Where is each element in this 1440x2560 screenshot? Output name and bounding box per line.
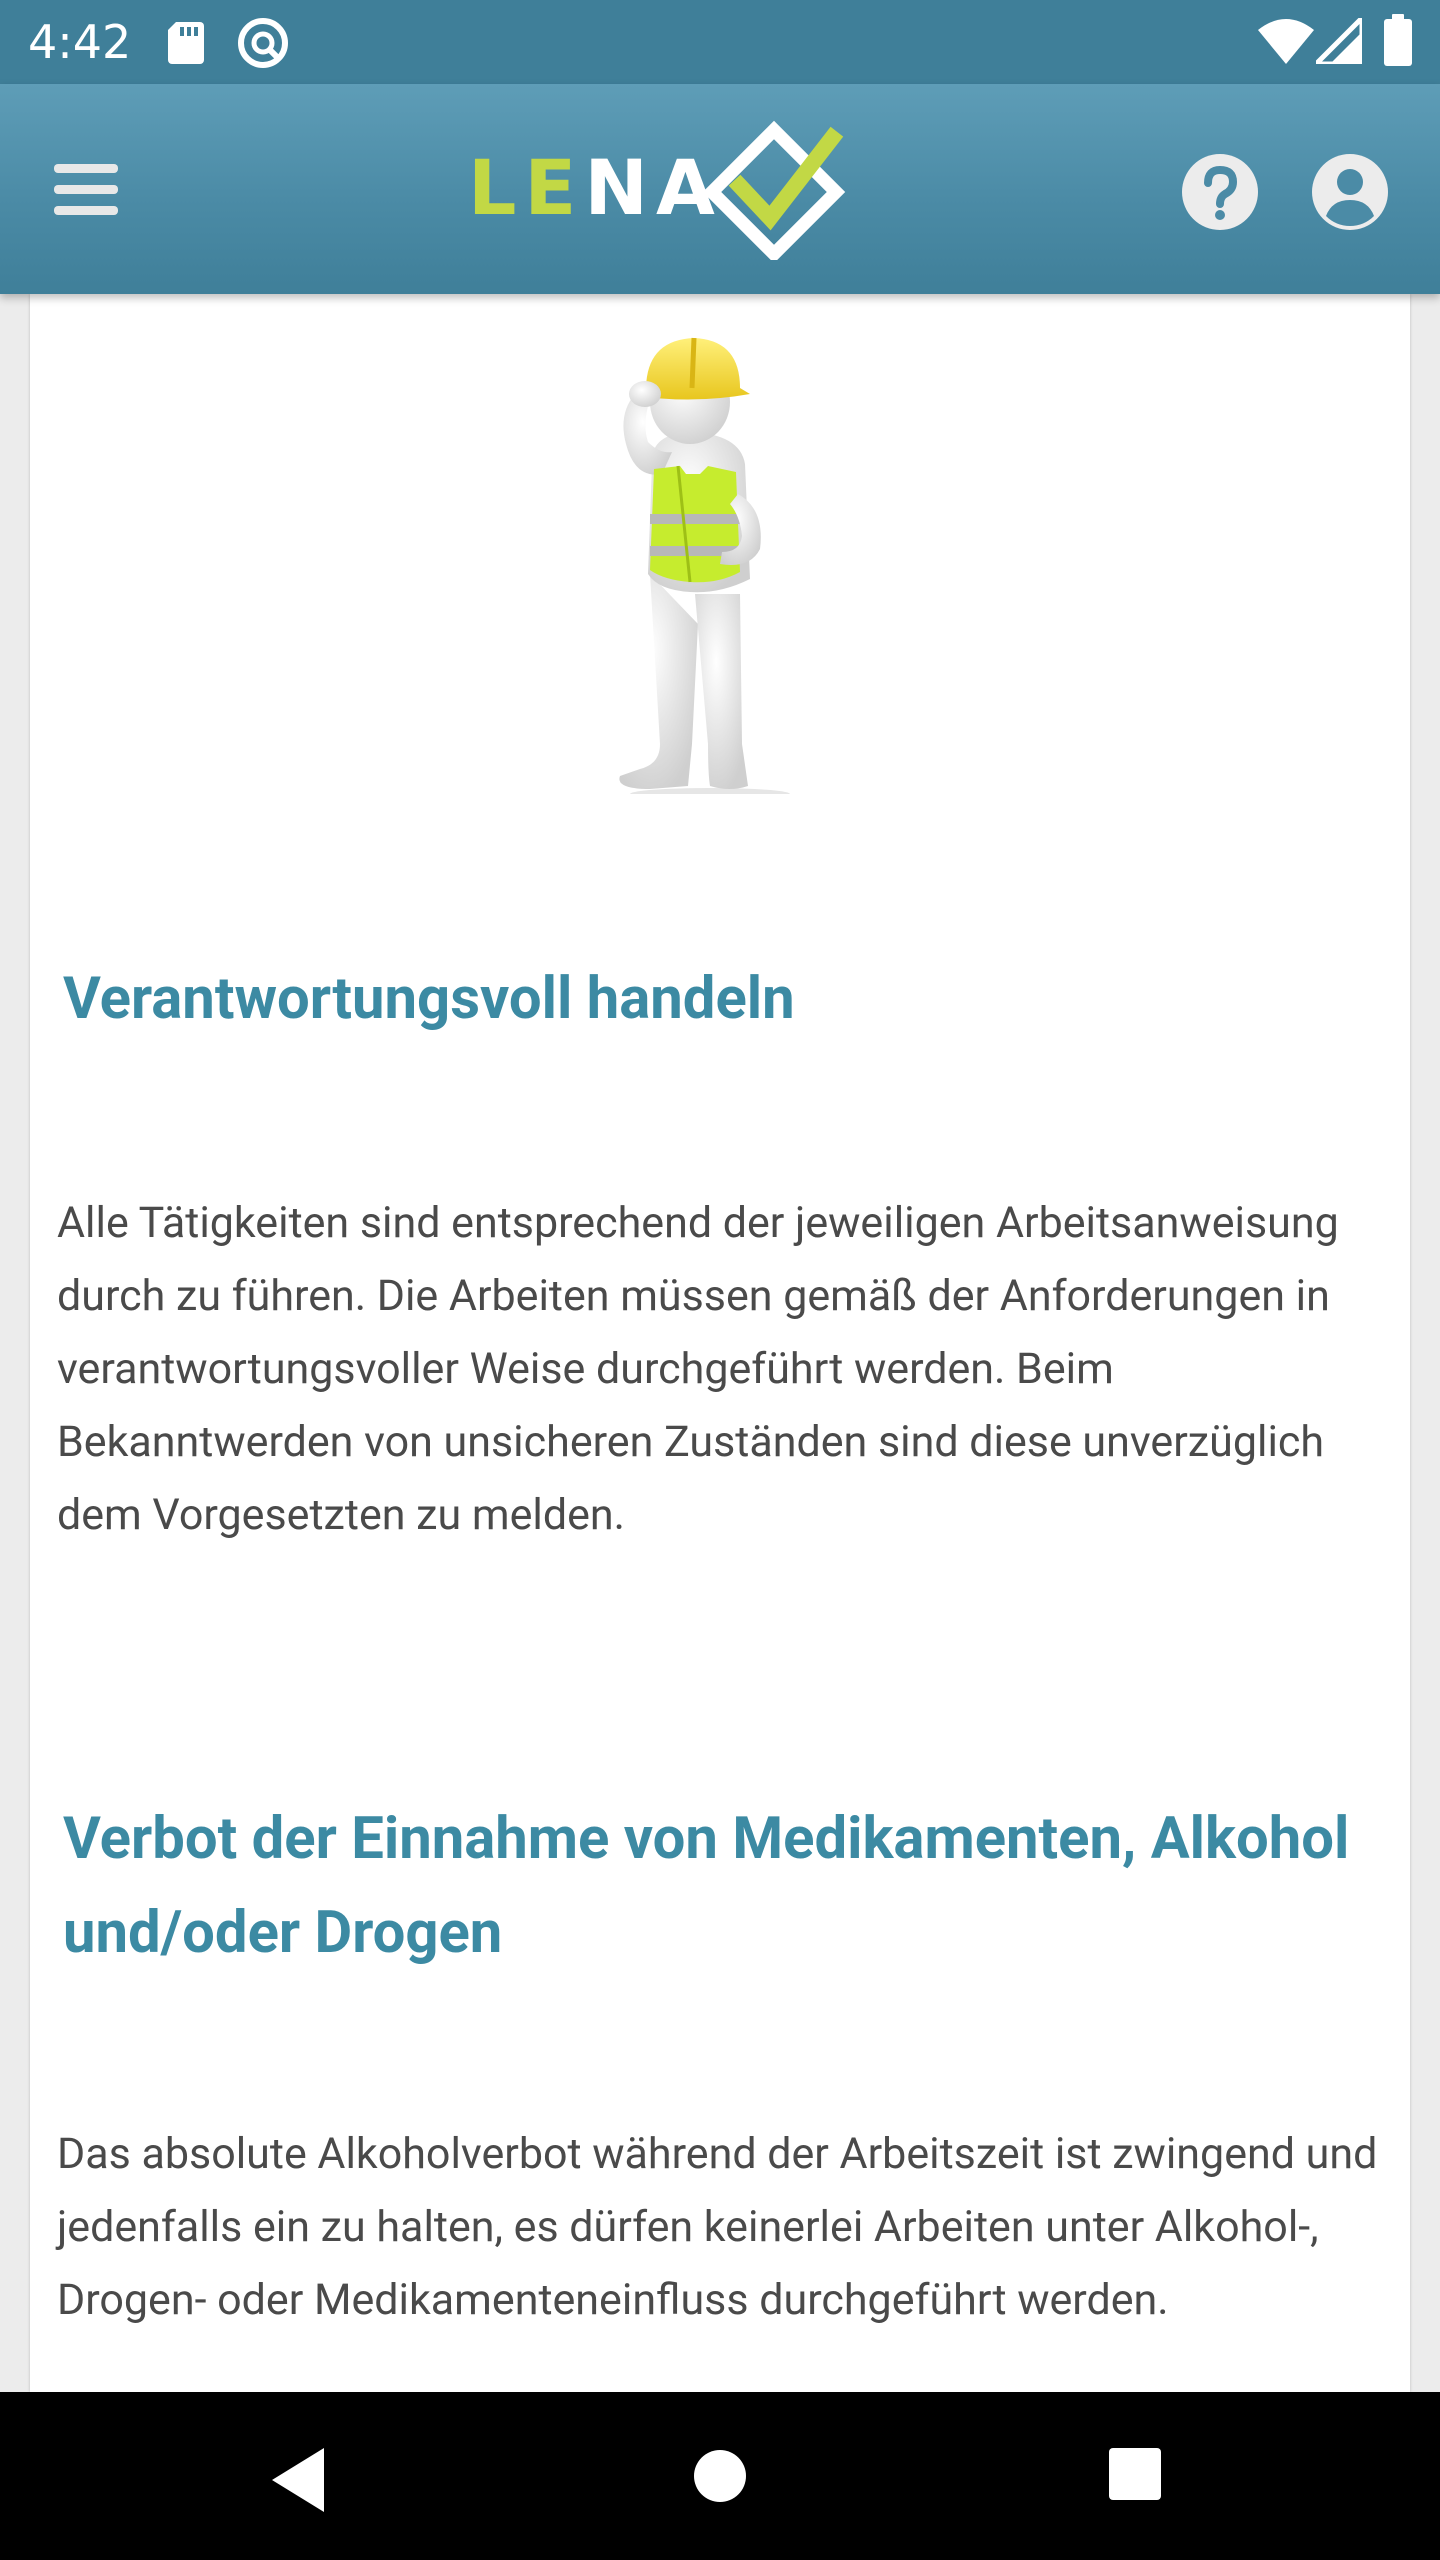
section-heading: Verbot der Einnahme von Medikamenten, Al… <box>63 1805 1350 1967</box>
recents-icon[interactable] <box>1107 2446 1163 2502</box>
app-logo: LENA <box>468 120 848 260</box>
account-button[interactable] <box>1310 152 1390 232</box>
section-body: Alle Tätigkeiten sind entsprechend der j… <box>57 1198 1339 1540</box>
back-icon[interactable] <box>262 2440 352 2520</box>
diamond-checkmark-icon <box>704 120 846 260</box>
wifi-icon <box>1258 19 1314 64</box>
sync-circle-icon <box>238 18 288 68</box>
logo-text: LENA <box>468 138 723 238</box>
account-circle-icon <box>1312 154 1388 230</box>
hamburger-menu-icon <box>54 164 118 215</box>
cellular-signal-icon <box>1316 18 1362 64</box>
battery-icon <box>1384 14 1412 66</box>
menu-button[interactable] <box>40 144 136 234</box>
help-button[interactable] <box>1180 152 1260 232</box>
system-navigation-bar <box>0 2392 1440 2560</box>
status-bar: 4:42 <box>0 0 1440 84</box>
sd-card-icon <box>168 22 204 64</box>
construction-worker-figure-illustration <box>619 337 790 794</box>
logo-letters-na: NA <box>584 143 723 232</box>
section-body: Das absolute Alkoholverbot während der A… <box>57 2129 1378 2325</box>
logo-letters-le: LE <box>468 143 585 232</box>
help-circle-icon <box>1182 154 1258 230</box>
section-heading: Verantwortungsvoll handeln <box>63 965 795 1033</box>
content-card: Verantwortungsvoll handeln Alle Tätigkei… <box>30 294 1410 2392</box>
status-time: 4:42 <box>28 15 132 69</box>
home-icon[interactable] <box>690 2446 750 2506</box>
app-bar: LENA <box>0 84 1440 294</box>
